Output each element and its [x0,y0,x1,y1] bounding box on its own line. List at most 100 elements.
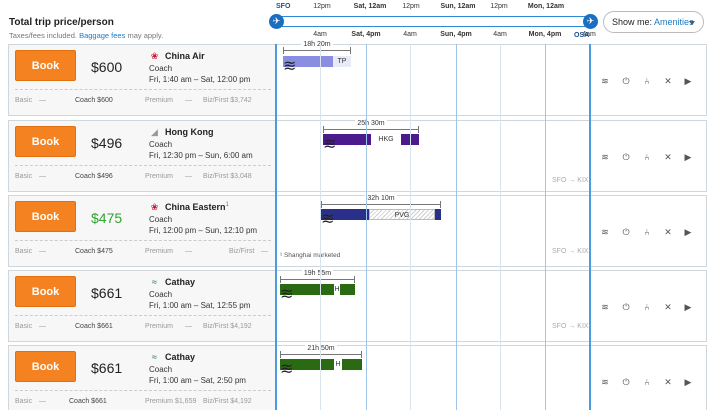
route-label: SFO → KIX [552,323,589,330]
fare-biz-first[interactable]: Biz/First $3,048 [203,173,252,180]
flight-times: Fri, 1:00 am – Sat, 12:55 pm [149,301,251,310]
book-button[interactable]: Book [15,50,76,81]
airline-name-text: China Eastern [165,202,226,212]
layover-airport: H [335,361,341,368]
show-me-dropdown[interactable]: Show me: Amenities [603,11,704,33]
divider [15,240,271,241]
fare-coach[interactable]: Coach $475 [75,248,113,255]
timeline-top-tick: Sat, 12am [353,3,387,10]
wifi-icon: ≋ [280,286,294,303]
seat-icon[interactable]: ⑃ [641,75,653,87]
flight-timeline-bar[interactable]: ≋ H [280,359,362,378]
seat-icon[interactable]: ⑃ [641,301,653,313]
layover-segment: PVG [369,209,435,220]
seat-icon[interactable]: ⑃ [641,151,653,163]
video-play-icon[interactable]: ▶ [682,151,694,163]
fare-biz-first-value: — [261,248,268,255]
wifi-icon: ≋ [321,211,335,228]
video-play-icon[interactable]: ▶ [682,75,694,87]
power-plug-icon[interactable]: ⏻ [620,75,632,87]
cabin-class: Coach [149,215,173,224]
fare-premium[interactable]: Premium $1,659 [145,398,196,405]
departure-handle[interactable]: ✈ [269,14,284,29]
time-range-slider[interactable] [276,16,592,27]
video-play-icon[interactable]: ▶ [682,226,694,238]
arrival-handle[interactable]: ✈ [583,14,598,29]
fare-basic[interactable]: Basic [15,173,32,180]
fare-basic[interactable]: Basic [15,248,32,255]
no-meal-icon[interactable]: ✕ [662,151,674,163]
fare-premium-value: — [185,248,192,255]
timeline-bottom-tick: Sat, 4pm [351,31,381,38]
wifi-icon[interactable]: ≋ [599,75,611,87]
timeline-bottom-tick: 4am [493,31,507,38]
airline-name-text: Hong Kong [165,127,214,137]
wifi-icon: ≋ [283,58,297,75]
timeline-bottom-tick: Mon, 4pm [528,31,562,38]
fare-coach[interactable]: Coach $661 [69,398,107,405]
layover-segment: HKG [371,134,401,145]
flight-timeline-bar[interactable]: ≋ H [280,284,355,303]
book-button[interactable]: Book [15,126,76,157]
no-meal-icon[interactable]: ✕ [662,226,674,238]
no-meal-icon[interactable]: ✕ [662,301,674,313]
fare-premium[interactable]: Premium [145,97,173,104]
timeline-bottom-tick: 4am [403,31,417,38]
book-button[interactable]: Book [15,351,76,382]
fare-biz-first[interactable]: Biz/First $4,192 [203,398,252,405]
video-play-icon[interactable]: ▶ [682,376,694,388]
layover-segment: TP [333,56,351,67]
flight-timeline-bar[interactable]: ≋ HKG [323,134,419,153]
wifi-icon: ≋ [280,361,294,378]
wifi-icon[interactable]: ≋ [599,226,611,238]
timeline-gridline [275,44,277,410]
flight-times: Fri, 12:30 pm – Sun, 6:00 am [149,151,253,160]
flight-result-row[interactable]: Book $661 ≈ Cathay Coach Fri, 1:00 am – … [8,345,707,410]
flight-result-row[interactable]: Book $600 ❀ China Air Coach Fri, 1:40 am… [8,41,707,116]
timeline-top-tick: 12pm [402,3,420,10]
fare-basic[interactable]: Basic [15,323,32,330]
fare-coach[interactable]: Coach $661 [75,323,113,330]
fare-biz-first[interactable]: Biz/First $4,192 [203,323,252,330]
power-plug-icon[interactable]: ⏻ [620,376,632,388]
no-meal-icon[interactable]: ✕ [662,75,674,87]
fare-biz-first[interactable]: Biz/First $3,742 [203,97,252,104]
fare-basic[interactable]: Basic [15,97,32,104]
flight-result-row[interactable]: Book $496 ◢ Hong Kong Coach Fri, 12:30 p… [8,120,707,192]
origin-code: SFO [276,3,291,10]
flight-result-row[interactable]: Book $475 ❀ China Eastern1 Coach Fri, 12… [8,195,707,267]
plane-landing-icon: ✈ [586,16,595,26]
wifi-icon[interactable]: ≋ [599,151,611,163]
video-play-icon[interactable]: ▶ [682,301,694,313]
no-meal-icon[interactable]: ✕ [662,376,674,388]
seat-icon[interactable]: ⑃ [641,226,653,238]
flight-summary: Book $661 ≈ Cathay Coach Fri, 1:00 am – … [9,271,277,341]
flight-timeline-bar[interactable]: ≋ PVG [321,209,441,228]
fare-premium[interactable]: Premium [145,173,173,180]
duration-label: 18h 20m [301,41,333,48]
power-plug-icon[interactable]: ⏻ [620,151,632,163]
price: $600 [91,59,123,75]
fare-biz-first[interactable]: Biz/First [229,248,254,255]
seat-icon[interactable]: ⑃ [641,376,653,388]
footnote: ¹ Shanghai marketed [280,252,341,259]
fare-coach[interactable]: Coach $600 [75,97,113,104]
taxes-text: Taxes/fees included. [9,31,77,40]
power-plug-icon[interactable]: ⏻ [620,301,632,313]
baggage-fees-link[interactable]: Baggage fees [79,31,125,40]
flight-summary: Book $600 ❀ China Air Coach Fri, 1:40 am… [9,45,277,115]
book-button[interactable]: Book [15,276,76,307]
layover-airport: H [334,286,340,293]
book-button[interactable]: Book [15,201,76,232]
timeline-gridline [456,44,457,410]
wifi-icon[interactable]: ≋ [599,376,611,388]
power-plug-icon[interactable]: ⏻ [620,226,632,238]
fare-basic[interactable]: Basic [15,398,32,405]
fare-premium[interactable]: Premium [145,323,173,330]
flight-timeline-bar[interactable]: ≋ TP [283,56,351,75]
fare-premium[interactable]: Premium [145,248,173,255]
flight-result-row[interactable]: Book $661 ≈ Cathay Coach Fri, 1:00 am – … [8,270,707,342]
fare-basic-value: — [39,248,46,255]
fare-coach[interactable]: Coach $496 [75,173,113,180]
wifi-icon[interactable]: ≋ [599,301,611,313]
